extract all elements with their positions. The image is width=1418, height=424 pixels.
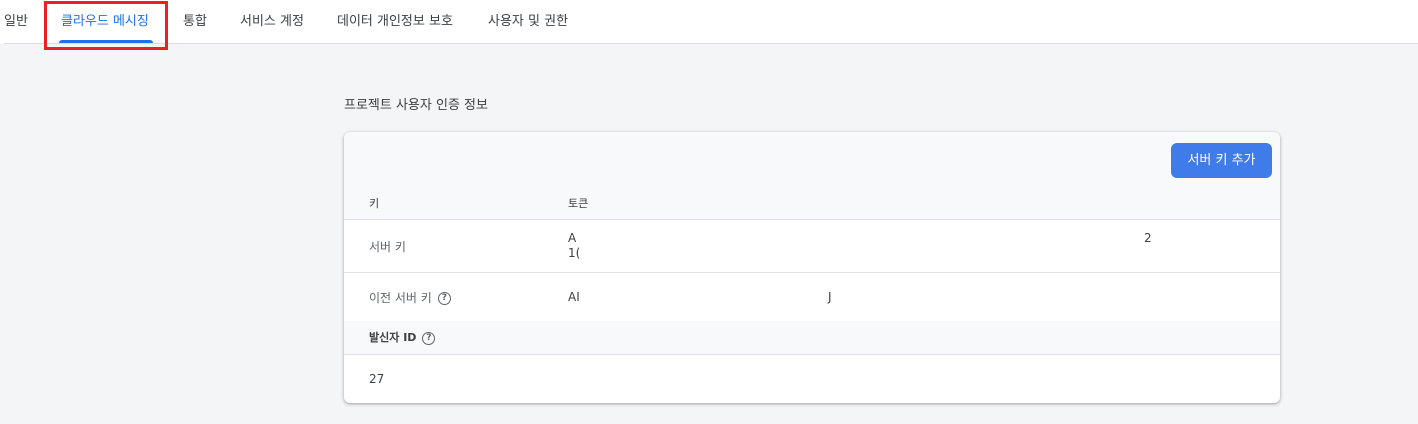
tab-general[interactable]: 일반 — [4, 0, 28, 43]
tab-service-accounts[interactable]: 서비스 계정 — [240, 0, 304, 43]
legacy-server-key-token[interactable]: AI — [568, 290, 580, 304]
server-key-token-trail: 2 — [1144, 231, 1152, 245]
server-key-token-line1[interactable]: A — [568, 231, 576, 245]
legacy-server-key-text: 이전 서버 키 — [369, 291, 432, 305]
legacy-server-key-label: 이전 서버 키 — [369, 289, 451, 306]
sender-id-label: 발신자 ID — [369, 329, 436, 345]
tab-data-privacy[interactable]: 데이터 개인정보 보호 — [337, 0, 453, 43]
row-divider — [344, 354, 1280, 355]
tab-users-permissions[interactable]: 사용자 및 권한 — [488, 0, 568, 43]
tab-bar: 일반 클라우드 메시징 통합 서비스 계정 데이터 개인정보 보호 사용자 및 … — [0, 0, 1418, 44]
sender-id-text: 발신자 ID — [369, 331, 417, 344]
tab-integrations[interactable]: 통합 — [183, 0, 207, 43]
server-key-label: 서버 키 — [369, 240, 406, 254]
help-circle-icon[interactable] — [422, 331, 436, 345]
column-header-key: 키 — [369, 197, 380, 210]
section-title: 프로젝트 사용자 인증 정보 — [344, 98, 488, 113]
highlight-annotation-box — [44, 1, 168, 50]
sender-id-header — [344, 321, 1280, 354]
tab-bar-divider — [4, 43, 1418, 44]
help-circle-icon[interactable] — [437, 292, 451, 305]
sender-id-value[interactable]: 27 — [369, 372, 384, 386]
server-key-token-line2[interactable]: 1( — [568, 246, 580, 260]
column-header-token: 토큰 — [568, 197, 589, 210]
row-divider — [344, 272, 1280, 273]
add-server-key-button[interactable]: 서버 키 추가 — [1171, 143, 1272, 178]
card-header — [344, 132, 1280, 220]
credentials-card: 서버 키 추가 키 토큰 서버 키 A 1( 2 이전 서버 키 AI J 발신… — [344, 132, 1280, 403]
legacy-server-key-token-trail: J — [828, 290, 832, 304]
row-divider — [344, 219, 1280, 220]
